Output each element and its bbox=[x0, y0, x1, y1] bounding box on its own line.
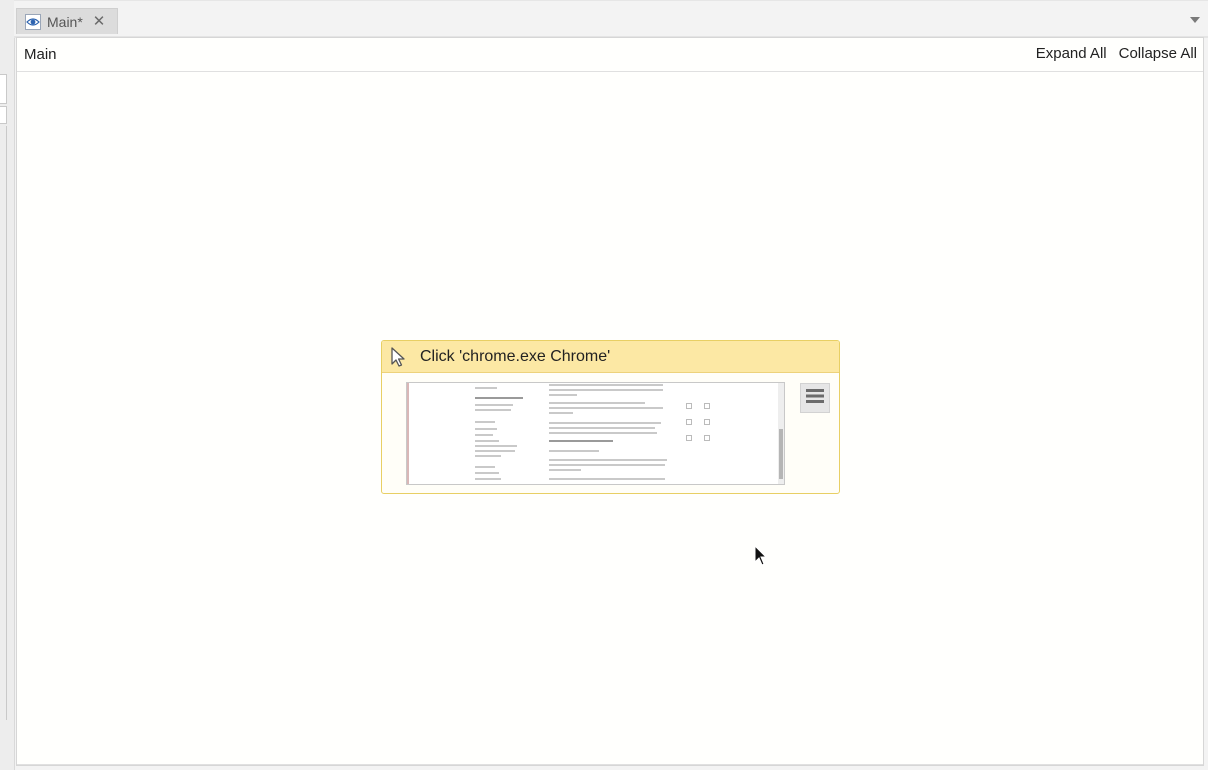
thumbnail-text-line bbox=[475, 409, 511, 411]
thumbnail-scrollbar bbox=[778, 383, 784, 484]
thumbnail-text-line bbox=[549, 427, 655, 429]
thumbnail-text-line bbox=[475, 428, 497, 430]
header-actions: Expand All Collapse All bbox=[1036, 45, 1197, 62]
gutter-control[interactable] bbox=[0, 74, 7, 104]
tab-main[interactable]: Main* ✕ bbox=[16, 8, 118, 34]
thumbnail-edge bbox=[407, 383, 409, 484]
activity-header[interactable]: Click 'chrome.exe Chrome' bbox=[382, 341, 839, 373]
collapse-all-button[interactable]: Collapse All bbox=[1119, 45, 1197, 62]
thumbnail-icon bbox=[686, 435, 692, 441]
tab-strip-border bbox=[14, 0, 1208, 1]
tab-strip: Main* ✕ bbox=[14, 0, 1208, 38]
gutter-control-small[interactable] bbox=[0, 106, 7, 124]
thumbnail-text-line bbox=[549, 450, 599, 452]
designer-header: Main Expand All Collapse All bbox=[17, 38, 1203, 72]
thumbnail-text-line bbox=[475, 450, 515, 452]
workflow-designer: Main Expand All Collapse All Click 'chro… bbox=[16, 37, 1204, 766]
activity-body bbox=[382, 373, 839, 493]
thumbnail-text-line bbox=[549, 432, 657, 434]
click-activity-card[interactable]: Click 'chrome.exe Chrome' bbox=[381, 340, 840, 494]
thumbnail-text-line bbox=[475, 421, 495, 423]
thumbnail-text-line bbox=[475, 466, 495, 468]
thumbnail-text-line bbox=[549, 394, 577, 396]
thumbnail-text-line bbox=[475, 478, 501, 480]
thumbnail-text-line bbox=[549, 422, 661, 424]
close-icon[interactable]: ✕ bbox=[93, 14, 106, 29]
screenshot-thumbnail[interactable] bbox=[406, 382, 785, 485]
chevron-down-icon[interactable] bbox=[1190, 17, 1200, 23]
breadcrumb[interactable]: Main bbox=[24, 46, 57, 63]
activity-menu-button[interactable] bbox=[800, 383, 830, 413]
app-window: Main* ✕ Main Expand All Collapse All Cli… bbox=[0, 0, 1208, 770]
eye-icon bbox=[25, 13, 41, 30]
thumbnail-text-line bbox=[549, 459, 667, 461]
thumbnail-icon bbox=[704, 435, 710, 441]
mouse-pointer-icon bbox=[754, 544, 768, 567]
thumbnail-text-line bbox=[475, 397, 523, 399]
expand-all-button[interactable]: Expand All bbox=[1036, 45, 1107, 62]
thumbnail-text-line bbox=[475, 404, 513, 406]
thumbnail-text-line bbox=[475, 387, 497, 389]
thumbnail-icon bbox=[704, 403, 710, 409]
designer-bottom-border bbox=[17, 764, 1203, 765]
tab-label: Main* bbox=[47, 13, 83, 30]
thumbnail-text-line bbox=[475, 472, 499, 474]
thumbnail-text-line bbox=[475, 455, 501, 457]
thumbnail-text-line bbox=[549, 464, 665, 466]
thumbnail-text-line bbox=[549, 469, 581, 471]
thumbnail-text-line bbox=[549, 407, 663, 409]
thumbnail-text-line bbox=[549, 478, 665, 480]
thumbnail-icon bbox=[704, 419, 710, 425]
thumbnail-text-line bbox=[549, 440, 613, 442]
thumbnail-text-line bbox=[475, 440, 499, 442]
thumbnail-text-line bbox=[549, 402, 645, 404]
activity-title: Click 'chrome.exe Chrome' bbox=[420, 347, 611, 365]
thumbnail-text-line bbox=[549, 389, 663, 391]
gutter-line bbox=[6, 126, 7, 720]
thumbnail-icon bbox=[686, 403, 692, 409]
left-panel-gutter bbox=[0, 0, 15, 770]
thumbnail-text-line bbox=[549, 384, 663, 386]
cursor-click-icon bbox=[388, 346, 410, 368]
thumbnail-scrollbar-thumb bbox=[779, 429, 783, 479]
thumbnail-text-line bbox=[549, 412, 573, 414]
thumbnail-text-line bbox=[475, 434, 493, 436]
hamburger-menu-icon bbox=[806, 388, 824, 409]
thumbnail-icon bbox=[686, 419, 692, 425]
thumbnail-text-line bbox=[475, 445, 517, 447]
